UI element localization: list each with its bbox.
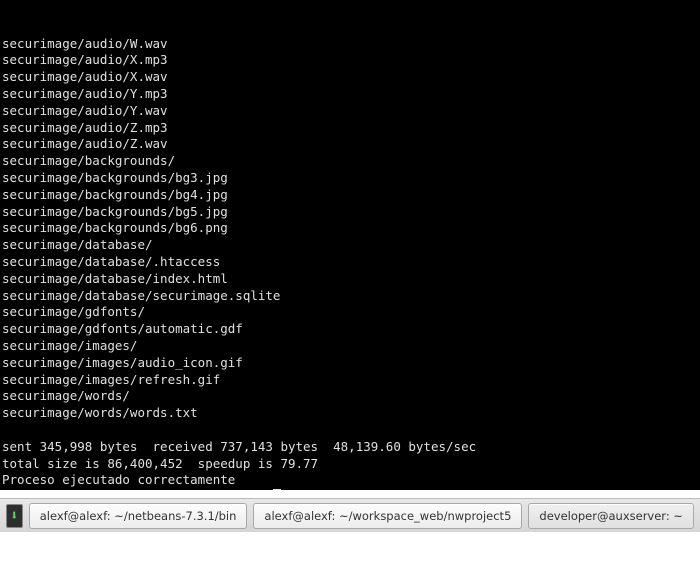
taskbar-button[interactable]: alexf@alexf: ~/netbeans-7.3.1/bin — [29, 503, 248, 529]
taskbar-button[interactable]: alexf@alexf: ~/workspace_web/nwproject5 — [253, 503, 522, 529]
terminal-line: securimage/database/securimage.sqlite — [2, 288, 698, 305]
terminal-line: securimage/audio/Y.wav — [2, 103, 698, 120]
terminal-line: securimage/backgrounds/bg4.jpg — [2, 187, 698, 204]
terminal-line: securimage/backgrounds/ — [2, 153, 698, 170]
terminal-line: securimage/audio/W.wav — [2, 36, 698, 53]
terminal-line: securimage/gdfonts/ — [2, 304, 698, 321]
page-background — [0, 532, 700, 567]
terminal-line: securimage/database/ — [2, 237, 698, 254]
terminal-line: securimage/images/refresh.gif — [2, 372, 698, 389]
terminal-line: securimage/audio/Z.wav — [2, 136, 698, 153]
terminal-line: securimage/audio/Z.mp3 — [2, 120, 698, 137]
taskbar-button-label: alexf@alexf: ~/workspace_web/nwproject5 — [264, 509, 511, 523]
terminal-line — [2, 422, 698, 439]
terminal-line: securimage/backgrounds/bg3.jpg — [2, 170, 698, 187]
terminal-line: securimage/backgrounds/bg6.png — [2, 220, 698, 237]
download-glyph: ⬇ — [10, 509, 18, 523]
terminal-line: securimage/words/words.txt — [2, 405, 698, 422]
terminal-line: total size is 86,400,452 speedup is 79.7… — [2, 456, 698, 473]
terminal-line: securimage/images/audio_icon.gif — [2, 355, 698, 372]
terminal-line: Proceso ejecutado correctamente — [2, 472, 698, 489]
taskbar-button-label: alexf@alexf: ~/netbeans-7.3.1/bin — [40, 509, 237, 523]
terminal-line: securimage/images/ — [2, 338, 698, 355]
taskbar: ⬇ alexf@alexf: ~/netbeans-7.3.1/bin alex… — [0, 498, 700, 532]
taskbar-button[interactable]: developer@auxserver: ~ — [528, 503, 694, 529]
terminal-line: securimage/audio/X.mp3 — [2, 52, 698, 69]
terminal-line: sent 345,998 bytes received 737,143 byte… — [2, 439, 698, 456]
terminal-line: securimage/gdfonts/automatic.gdf — [2, 321, 698, 338]
window-border — [0, 490, 700, 498]
taskbar-button-label: developer@auxserver: ~ — [539, 509, 683, 523]
terminal-line: securimage/database/index.html — [2, 271, 698, 288]
terminal-line: securimage/backgrounds/bg5.jpg — [2, 204, 698, 221]
terminal-line: securimage/audio/Y.mp3 — [2, 86, 698, 103]
terminal-line: securimage/words/ — [2, 388, 698, 405]
terminal-output[interactable]: securimage/audio/W.wavsecurimage/audio/X… — [0, 0, 700, 490]
terminal-line: securimage/database/.htaccess — [2, 254, 698, 271]
terminal-line: securimage/audio/X.wav — [2, 69, 698, 86]
download-icon[interactable]: ⬇ — [6, 504, 23, 528]
